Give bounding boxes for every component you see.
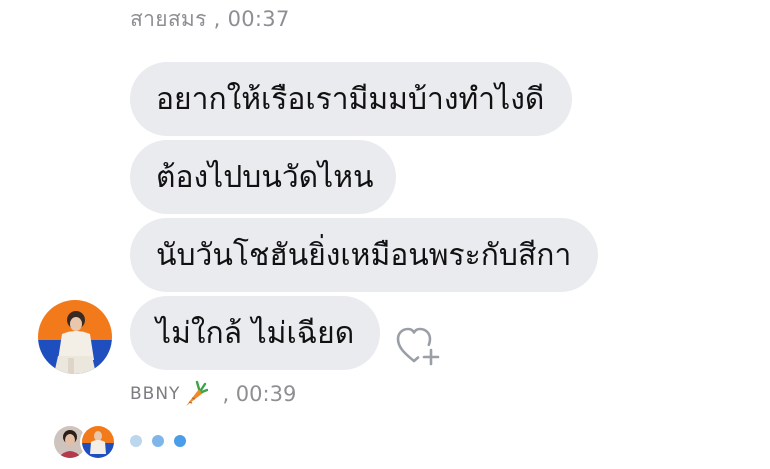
message-bubble[interactable]: อยากให้เรือเรามีมมบ้างทำไงดี [130, 62, 572, 136]
read-receipts[interactable] [52, 424, 122, 460]
message-bubble[interactable]: ไม่ใกล้ ไม่เฉียด [130, 296, 380, 370]
typing-dot [152, 435, 164, 447]
sender-name[interactable]: BBNY [130, 384, 180, 404]
message-bubble[interactable]: ต้องไปบนวัดไหน [130, 140, 396, 214]
message-group-footer: BBNY , 00:39 [130, 380, 296, 408]
user-avatar[interactable] [38, 300, 112, 374]
message-text: ไม่ใกล้ ไม่เฉียด [156, 315, 355, 351]
sender-name[interactable]: สายสมร [130, 7, 207, 31]
message-time: , 00:37 [206, 7, 290, 31]
add-reaction-button[interactable] [394, 324, 442, 368]
reader-avatar [80, 424, 116, 460]
message-text: อยากให้เรือเรามีมมบ้างทำไงดี [156, 81, 545, 117]
typing-dot [174, 435, 186, 447]
heart-plus-icon [396, 327, 440, 366]
reader-avatar-image [82, 426, 114, 458]
message-text: ต้องไปบนวัดไหน [156, 159, 374, 195]
avatar-image [38, 300, 112, 374]
typing-indicator [130, 435, 186, 447]
message-text: นับวันโชฮันยิ่งเหมือนพระกับสีกา [156, 237, 572, 273]
typing-dot [130, 435, 142, 447]
message-time: , 00:39 [222, 382, 297, 406]
message-group-header: สายสมร , 00:37 [130, 3, 290, 36]
carrot-icon [186, 380, 209, 406]
message-bubble[interactable]: นับวันโชฮันยิ่งเหมือนพระกับสีกา [130, 218, 598, 292]
chat-thread: สายสมร , 00:37 อยากให้เรือเรามีมมบ้างทำไ… [0, 0, 770, 469]
